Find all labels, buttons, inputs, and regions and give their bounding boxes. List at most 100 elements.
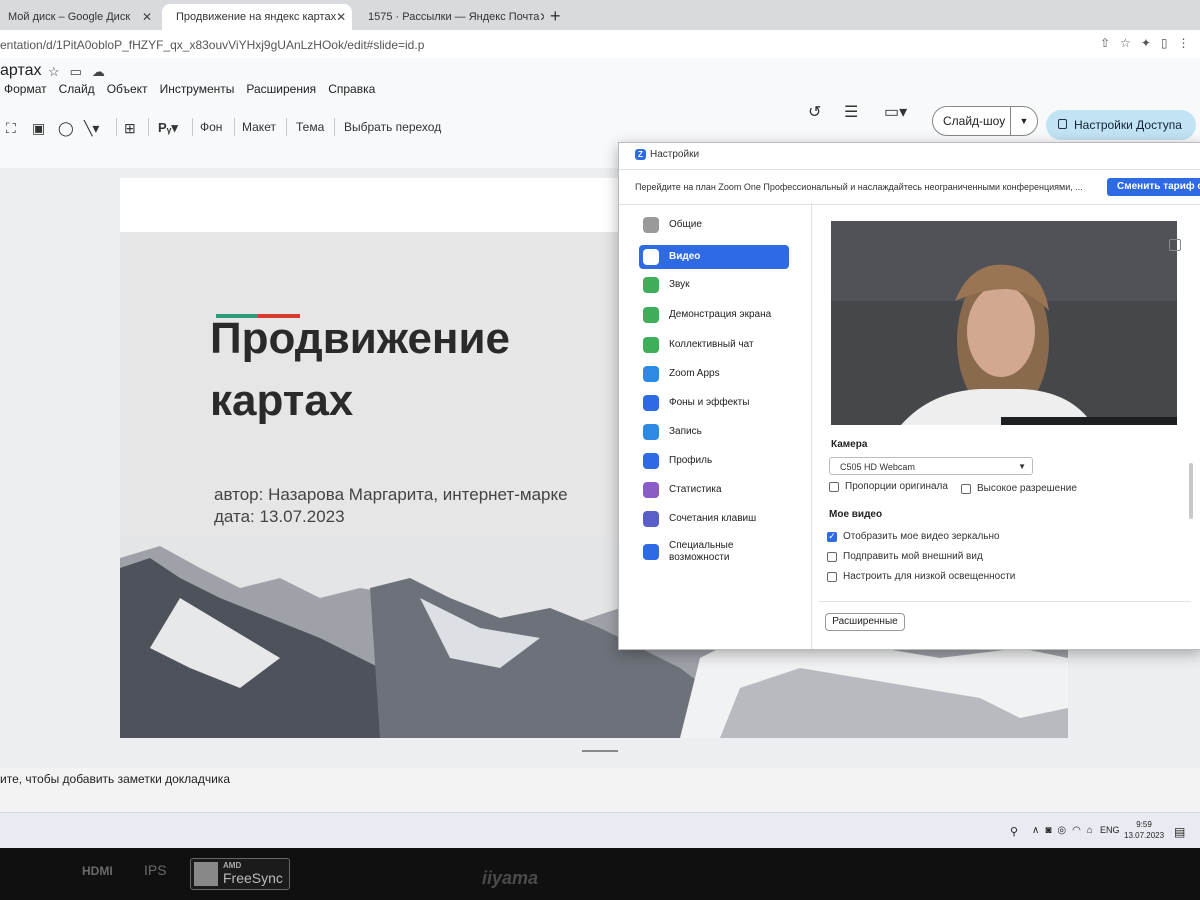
document-title[interactable]: артах bbox=[0, 62, 42, 80]
sidebar-item-label: Общие bbox=[669, 219, 702, 230]
sidebar-item-general[interactable]: Общие bbox=[639, 213, 789, 237]
share-access-button[interactable]: Настройки Доступа bbox=[1046, 110, 1196, 140]
star-folder-cloud-icons[interactable]: ☆▭☁ bbox=[48, 64, 115, 80]
language-indicator[interactable]: ENG bbox=[1100, 825, 1120, 835]
stats-icon bbox=[643, 482, 659, 498]
sidebar-item-label: Демонстрация экрана bbox=[669, 309, 772, 320]
promo-text: Перейдите на план Zoom One Профессиональ… bbox=[635, 182, 1083, 192]
camera-select[interactable]: C505 HD Webcam ▼ bbox=[829, 457, 1033, 475]
image-icon[interactable]: ▣ bbox=[32, 120, 45, 137]
history-icon[interactable]: ↺ bbox=[808, 102, 821, 122]
tab-label: 1575 · Рассылки — Яндекс Почта bbox=[368, 11, 540, 23]
checkbox-label: Подправить мой внешний вид bbox=[843, 551, 983, 562]
notification-icon[interactable]: ▤ bbox=[1174, 825, 1185, 839]
line-icon[interactable]: ╲▾ bbox=[84, 120, 99, 137]
menu-tools[interactable]: Инструменты bbox=[160, 82, 235, 96]
taskbar: ⚲ ∧◙◎◠⌂ ENG 9:59 13.07.2023 ▤ bbox=[0, 812, 1200, 848]
slide-subtitle[interactable]: автор: Назарова Маргарита, интернет-марк… bbox=[214, 484, 568, 528]
sidebar-item-audio[interactable]: Звук bbox=[639, 273, 789, 297]
tab-yandex-mail[interactable]: 1575 · Рассылки — Яндекс Почта ✕ bbox=[354, 4, 544, 30]
video-icon bbox=[643, 249, 659, 265]
close-tab-icon[interactable]: ✕ bbox=[336, 10, 346, 24]
sidebar-item-label: Звук bbox=[669, 279, 690, 290]
sidebar-item-shortcuts[interactable]: Сочетания клавиш bbox=[639, 507, 789, 531]
browser-tab-bar: Мой диск – Google Диск ✕ Продвижение на … bbox=[0, 0, 1200, 30]
low-light-checkbox[interactable]: Настроить для низкой освещенности bbox=[827, 571, 1015, 582]
page-scrollbar[interactable] bbox=[1188, 60, 1198, 820]
sidebar-item-label: Специальные возможности bbox=[669, 540, 734, 563]
sidebar-item-accessibility[interactable]: Специальные возможности bbox=[639, 537, 789, 567]
hd-checkbox[interactable]: Высокое разрешение bbox=[961, 483, 1077, 494]
zoom-logo-icon: Z bbox=[635, 149, 646, 160]
comment-add-icon[interactable]: ⊞ bbox=[124, 120, 136, 137]
clock-date: 13.07.2023 bbox=[1124, 831, 1165, 840]
mirror-video-checkbox[interactable]: ✓ Отобразить мое видео зеркально bbox=[827, 531, 1000, 542]
sidebar-item-chat[interactable]: Коллективный чат bbox=[639, 333, 789, 357]
tab-label: Мой диск – Google Диск bbox=[8, 11, 131, 23]
touch-up-checkbox[interactable]: Подправить мой внешний вид bbox=[827, 551, 983, 562]
camera-label: Камера bbox=[831, 439, 868, 450]
shape-icon[interactable]: ◯ bbox=[58, 120, 74, 137]
meet-icon[interactable]: ▭▾ bbox=[884, 102, 907, 122]
menu-help[interactable]: Справка bbox=[328, 82, 375, 96]
sidebar-item-label: Коллективный чат bbox=[669, 339, 754, 350]
expand-preview-icon[interactable] bbox=[1169, 239, 1181, 251]
sidebar-item-label: Профиль bbox=[669, 455, 713, 466]
chevron-down-icon[interactable]: ▼ bbox=[1010, 107, 1037, 135]
tray-icons[interactable]: ∧◙◎◠⌂ bbox=[1032, 825, 1099, 836]
original-ratio-checkbox[interactable]: Пропорции оригинала bbox=[829, 481, 948, 492]
sidebar-item-share-screen[interactable]: Демонстрация экрана bbox=[639, 303, 789, 327]
tab-slides[interactable]: Продвижение на яндекс картах ✕ bbox=[162, 4, 352, 30]
sidebar-item-profile[interactable]: Профиль bbox=[639, 449, 789, 473]
sidebar-item-recording[interactable]: Запись bbox=[639, 420, 789, 444]
camera-preview bbox=[831, 221, 1177, 425]
menu-slide[interactable]: Слайд bbox=[59, 82, 95, 96]
layout-button[interactable]: Макет bbox=[242, 120, 276, 134]
new-tab-button[interactable]: + bbox=[550, 6, 561, 27]
select-icon[interactable]: ⛶ bbox=[6, 120, 16, 137]
checkbox-box-checked: ✓ bbox=[827, 531, 837, 542]
advanced-button[interactable]: Расширенные bbox=[825, 613, 905, 631]
speaker-notes[interactable]: ите, чтобы добавить заметки докладчика bbox=[0, 772, 230, 786]
brand-logo: iiyama bbox=[482, 868, 539, 888]
share-access-label: Настройки Доступа bbox=[1074, 118, 1182, 132]
paint-format-icon[interactable]: Pᵧ▾ bbox=[158, 120, 178, 136]
tab-google-drive[interactable]: Мой диск – Google Диск ✕ bbox=[0, 4, 160, 30]
zoom-title-bar[interactable]: Z Настройки bbox=[635, 149, 699, 160]
theme-button[interactable]: Тема bbox=[296, 120, 324, 134]
slide-date: дата: 13.07.2023 bbox=[214, 507, 345, 526]
sidebar-item-label: Видео bbox=[669, 251, 701, 262]
slideshow-button[interactable]: Слайд-шоу ▼ bbox=[932, 106, 1038, 136]
close-tab-icon[interactable]: ✕ bbox=[142, 10, 152, 24]
menu-object[interactable]: Объект bbox=[107, 82, 148, 96]
slide-author: автор: Назарова Маргарита, интернет-марк… bbox=[214, 485, 568, 504]
upgrade-button[interactable]: Сменить тариф сей bbox=[1107, 178, 1200, 196]
background-button[interactable]: Фон bbox=[200, 120, 222, 134]
sidebar-item-label: Zoom Apps bbox=[669, 368, 720, 379]
transition-button[interactable]: Выбрать переход bbox=[344, 120, 441, 134]
record-icon bbox=[643, 424, 659, 440]
url-text: entation/d/1PitA0obloP_fHZYF_qx_x83ouvVi… bbox=[0, 38, 425, 52]
checkbox-label: Пропорции оригинала bbox=[845, 481, 948, 492]
checkbox-label: Отобразить мое видео зеркально bbox=[843, 531, 1000, 542]
comments-icon[interactable]: ☰ bbox=[844, 102, 858, 122]
menu-extensions[interactable]: Расширения bbox=[246, 82, 316, 96]
browser-extension-icons[interactable]: ⇧☆✦▯⋮ bbox=[1100, 36, 1199, 50]
notes-resize-handle[interactable] bbox=[582, 750, 618, 752]
webcam-person-image bbox=[831, 221, 1177, 425]
share-screen-icon bbox=[643, 307, 659, 323]
close-tab-icon[interactable]: ✕ bbox=[539, 10, 544, 24]
sidebar-item-zoom-apps[interactable]: Zoom Apps bbox=[639, 362, 789, 386]
menu-format[interactable]: Формат bbox=[4, 82, 47, 96]
address-bar[interactable]: entation/d/1PitA0obloP_fHZYF_qx_x83ouvVi… bbox=[0, 30, 1200, 58]
zoom-settings-window: Z Настройки Перейдите на план Zoom One П… bbox=[618, 142, 1200, 650]
sidebar-item-backgrounds[interactable]: Фоны и эффекты bbox=[639, 391, 789, 415]
my-video-label: Мое видео bbox=[829, 509, 883, 520]
people-icon[interactable]: ⚲ bbox=[1010, 825, 1018, 838]
sidebar-item-label: Сочетания клавиш bbox=[669, 513, 757, 524]
amd-label: AMD bbox=[223, 861, 242, 870]
clock[interactable]: 9:59 13.07.2023 bbox=[1124, 819, 1164, 841]
sidebar-item-video[interactable]: Видео bbox=[639, 245, 789, 269]
sidebar-item-statistics[interactable]: Статистика bbox=[639, 478, 789, 502]
camera-select-value: C505 HD Webcam bbox=[840, 462, 915, 472]
